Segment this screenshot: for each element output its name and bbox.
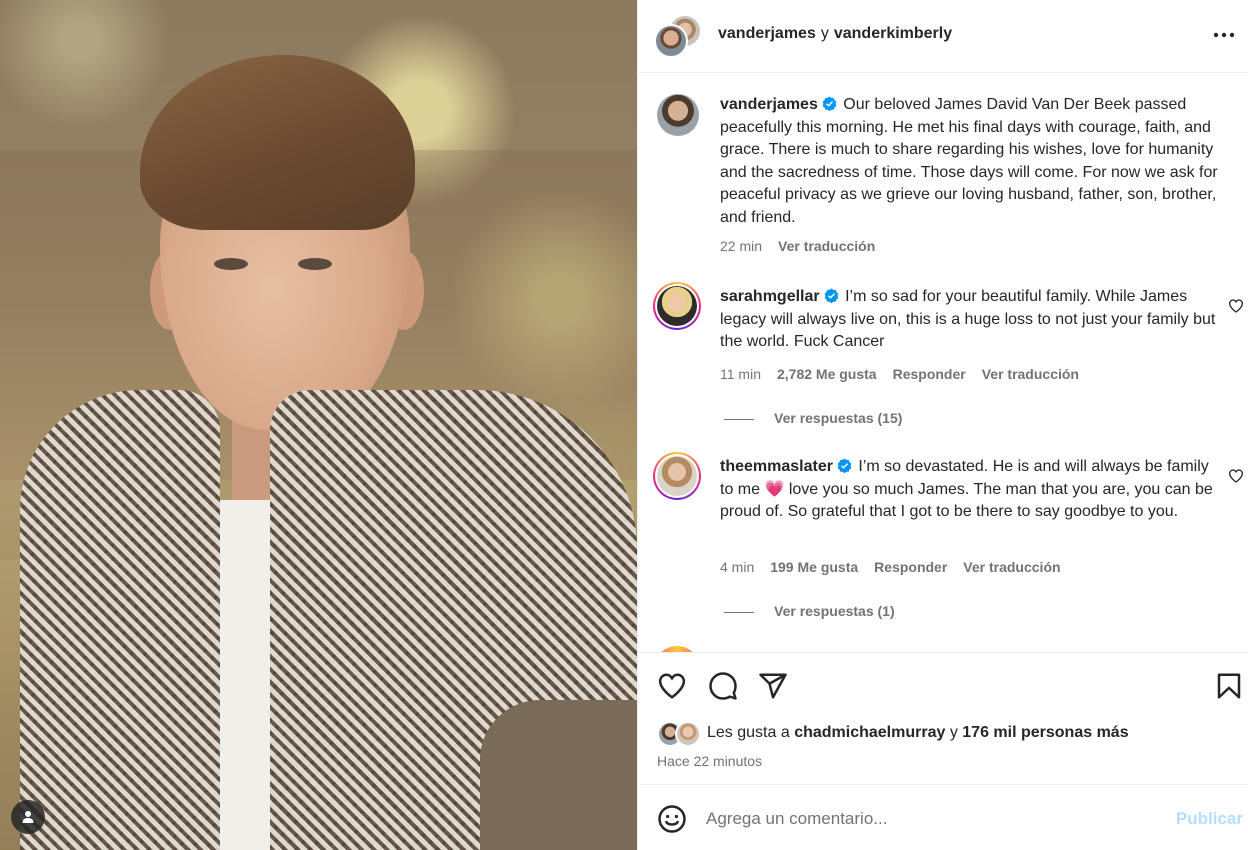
likes-conjunction: y xyxy=(949,724,958,741)
comment-meta: 4 min 199 Me gusta Responder Ver traducción xyxy=(720,559,1077,575)
translate-link[interactable]: Ver traducción xyxy=(778,238,875,254)
post-details-panel: vanderjames y vanderkimberly vanderjames O… xyxy=(637,0,1248,850)
replies-divider xyxy=(724,611,754,613)
emoji-icon[interactable] xyxy=(657,804,687,834)
photo-eye-left xyxy=(214,258,248,270)
share-icon[interactable] xyxy=(758,671,788,701)
comment-input[interactable] xyxy=(706,803,1156,835)
translate-link[interactable]: Ver traducción xyxy=(963,559,1060,575)
likes-others[interactable]: 176 mil personas más xyxy=(962,724,1128,741)
comment-likes[interactable]: 199 Me gusta xyxy=(770,559,858,575)
more-options-button[interactable] xyxy=(1211,22,1237,48)
story-ring[interactable] xyxy=(653,452,701,500)
comment-icon[interactable] xyxy=(708,671,738,701)
verified-badge-icon xyxy=(824,288,838,303)
likes-text[interactable]: Les gusta a chadmichaelmurray y 176 mil … xyxy=(707,724,1129,742)
comment-time[interactable]: 11 min xyxy=(720,366,761,382)
likes-user[interactable]: chadmichaelmurray xyxy=(794,724,945,741)
translate-link[interactable]: Ver traducción xyxy=(982,366,1079,382)
liker-avatars[interactable] xyxy=(657,721,703,747)
caption-time[interactable]: 22 min xyxy=(720,238,762,254)
user-icon xyxy=(22,811,34,823)
comment-heart-icon[interactable] xyxy=(1228,298,1244,314)
more-horizontal-icon xyxy=(1213,32,1235,38)
collab-avatars[interactable] xyxy=(654,14,702,58)
avatar[interactable] xyxy=(657,94,699,136)
caption-username[interactable]: vanderjames xyxy=(720,96,818,113)
view-replies-button[interactable]: Ver respuestas (15) xyxy=(724,410,902,426)
comment-username[interactable]: theemmaslater xyxy=(720,458,833,475)
verified-badge-icon xyxy=(837,458,852,473)
author-username[interactable]: vanderkimberly xyxy=(834,25,952,42)
view-replies-label: Ver respuestas (15) xyxy=(774,410,903,426)
avatar[interactable] xyxy=(675,721,701,747)
comments-list[interactable]: vanderjames Our beloved James David Van … xyxy=(638,74,1248,652)
verified-badge-icon xyxy=(822,96,837,111)
view-replies-button[interactable]: Ver respuestas (1) xyxy=(724,603,895,619)
photo-eye-right xyxy=(298,258,332,270)
reply-button[interactable]: Responder xyxy=(874,559,947,575)
comment-text: theemmaslater I’m so devastated. He is a… xyxy=(720,456,1225,524)
author-username[interactable]: vanderjames xyxy=(718,25,816,42)
photo-elbow-patch xyxy=(480,700,637,850)
comment-time[interactable]: 4 min xyxy=(720,559,754,575)
view-replies-label: Ver respuestas (1) xyxy=(774,603,895,619)
post-authors: vanderjames y vanderkimberly xyxy=(718,25,952,43)
tagged-users-button[interactable] xyxy=(11,800,45,834)
post-time[interactable]: Hace 22 minutos xyxy=(657,753,762,769)
heart-icon[interactable] xyxy=(657,671,687,701)
caption-text: vanderjames Our beloved James David Van … xyxy=(720,94,1225,229)
caption-meta: 22 min Ver traducción xyxy=(720,238,891,254)
publish-button[interactable]: Publicar xyxy=(1176,809,1243,829)
photo-cardigan-left xyxy=(20,390,220,850)
post-photo[interactable] xyxy=(0,0,637,850)
heart-emoji: 💗 xyxy=(764,480,785,498)
bookmark-icon[interactable] xyxy=(1214,671,1244,701)
add-comment-bar: Publicar xyxy=(638,784,1248,850)
comment-username[interactable]: sarahmgellar xyxy=(720,288,820,305)
avatar xyxy=(657,456,697,496)
comment-text: sarahmgellar I’m so sad for your beautif… xyxy=(720,286,1225,354)
post-actions: Les gusta a chadmichaelmurray y 176 mil … xyxy=(638,652,1248,784)
photo-hair xyxy=(140,55,415,230)
replies-divider xyxy=(724,418,754,420)
comment-body-continued: love you so much James. The man that you… xyxy=(720,480,1213,521)
caption-body: Our beloved James David Van Der Beek pas… xyxy=(720,96,1218,226)
likes-prefix: Les gusta a xyxy=(707,724,790,741)
post-header: vanderjames y vanderkimberly xyxy=(638,0,1248,73)
author-conjunction: y xyxy=(820,25,829,42)
comment-heart-icon[interactable] xyxy=(1228,468,1244,484)
reply-button[interactable]: Responder xyxy=(893,366,966,382)
comment-meta: 11 min 2,782 Me gusta Responder Ver traducc… xyxy=(720,366,1095,382)
comment-likes[interactable]: 2,782 Me gusta xyxy=(777,366,877,382)
avatar[interactable] xyxy=(654,24,688,58)
avatar xyxy=(657,286,697,326)
story-ring[interactable] xyxy=(653,282,701,330)
